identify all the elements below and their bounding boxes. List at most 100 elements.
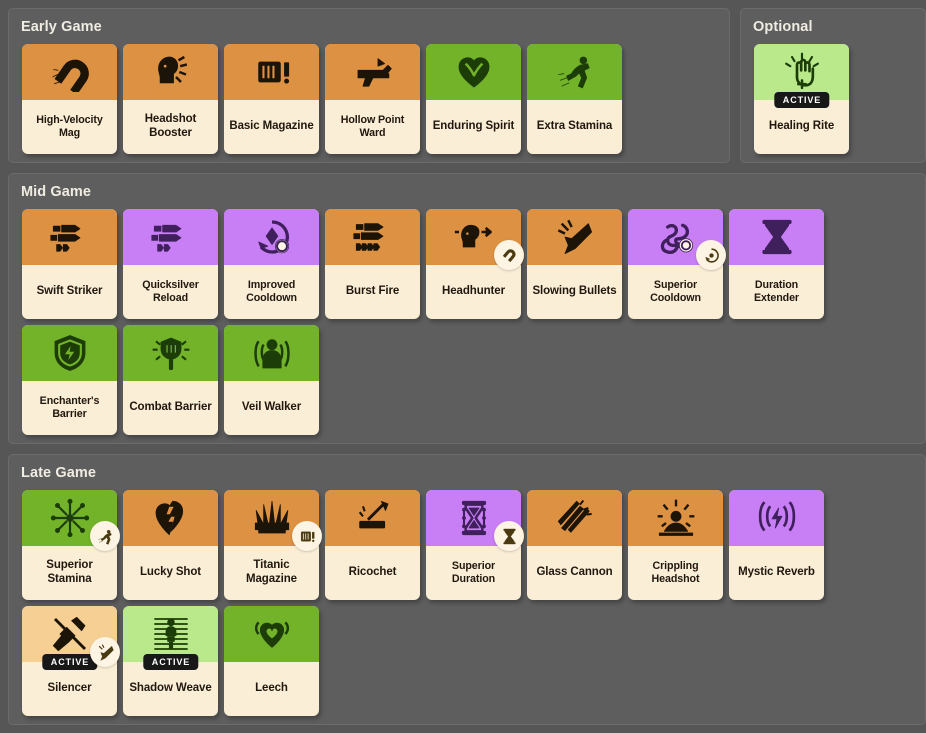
card-label: Combat Barrier (129, 401, 212, 414)
sunburst-head-icon (657, 499, 694, 536)
ability-card[interactable]: Improved Cooldown (224, 209, 319, 319)
burst-bullets-icon (352, 223, 383, 251)
ability-card[interactable]: Combat Barrier (123, 325, 218, 435)
panel-late-game: Late Game Superior Stamina Lucky Shot Tita… (8, 454, 926, 725)
shield-bolt-icon (54, 335, 85, 371)
ability-card[interactable]: Headhunter (426, 209, 524, 319)
card-art (22, 209, 117, 265)
ability-card[interactable]: Enduring Spirit (426, 44, 521, 154)
cooldown-icon (257, 220, 289, 254)
card-label: Veil Walker (241, 401, 302, 414)
card-label: Leech (255, 682, 288, 695)
panel-title: Optional (753, 19, 813, 35)
slow-bullet-icon (98, 643, 114, 661)
card-art (426, 44, 521, 100)
ability-card[interactable]: Basic Magazine (224, 44, 319, 154)
card-label: Superior Cooldown (650, 279, 701, 304)
ability-card[interactable]: Enchanter's Barrier (22, 325, 117, 435)
ability-card[interactable]: Quicksilver Reload (123, 209, 218, 319)
ability-card[interactable]: Glass Cannon (527, 490, 622, 600)
panel-title: Early Game (21, 19, 102, 35)
ability-card[interactable]: Shadow Weave ACTIVE (123, 606, 218, 716)
ability-card[interactable]: Titanic Magazine (224, 490, 322, 600)
radiant-shield-icon (152, 337, 189, 371)
ability-card[interactable]: Silencer ACTIVE (22, 606, 120, 716)
ability-card[interactable]: Healing Rite ACTIVE (754, 44, 849, 154)
card-art (628, 490, 723, 546)
ability-card[interactable]: Hollow Point Ward (325, 44, 420, 154)
card-art (123, 490, 218, 546)
ability-card[interactable]: Swift Striker (22, 209, 117, 319)
card-label: Mystic Reverb (738, 566, 815, 579)
card-art (325, 490, 420, 546)
ability-card[interactable]: Ricochet (325, 490, 420, 600)
card-label: Healing Rite (768, 120, 835, 133)
panel-title: Mid Game (21, 184, 92, 200)
shards-icon (557, 499, 592, 533)
ability-card[interactable]: Headshot Booster (123, 44, 218, 154)
card-label: High-Velocity Mag (36, 114, 103, 139)
ability-card[interactable]: Mystic Reverb (729, 490, 824, 600)
healing-hand-icon (784, 52, 819, 90)
ability-card[interactable]: Extra Stamina (527, 44, 622, 154)
card-grid: Superior Stamina Lucky Shot Titanic Magazi… (9, 490, 925, 716)
card-label: Basic Magazine (229, 120, 314, 133)
crown-spikes-icon (254, 500, 289, 534)
sprint-icon (557, 56, 590, 89)
panel-optional: Optional Healing Rite ACTIVE (740, 8, 926, 163)
panel-early-game: Early Game High-Velocity Mag Headshot Boo… (8, 8, 730, 163)
hourglass-icon (761, 219, 792, 255)
magnet-icon (51, 59, 89, 92)
ability-card[interactable]: Superior Cooldown (628, 209, 726, 319)
panel-title: Late Game (21, 465, 97, 481)
card-art (224, 325, 319, 381)
burst-stamina-icon (50, 498, 89, 538)
section-row-late: Late Game Superior Stamina Lucky Shot Tita… (0, 454, 926, 725)
active-badge: ACTIVE (773, 92, 830, 108)
ability-build-board: Early Game High-Velocity Mag Headshot Boo… (0, 8, 926, 725)
card-label: Shadow Weave (129, 682, 212, 695)
slow-bullet-icon (557, 219, 592, 255)
card-corner-badge (696, 240, 726, 270)
ability-card[interactable]: Burst Fire (325, 209, 420, 319)
card-grid: High-Velocity Mag Headshot Booster Basic M… (9, 44, 729, 154)
card-art (123, 44, 218, 100)
bullets-icon (49, 224, 80, 252)
ability-card[interactable]: Veil Walker (224, 325, 319, 435)
pistol-icon (357, 58, 392, 87)
ability-card[interactable]: Superior Duration (426, 490, 524, 600)
card-art (729, 209, 824, 265)
swirl-icon (660, 223, 693, 254)
card-corner-badge (90, 521, 120, 551)
card-art (224, 209, 319, 265)
ability-card[interactable]: Leech (224, 606, 319, 716)
ability-card[interactable]: Superior Stamina (22, 490, 120, 600)
magazine-icon (300, 531, 314, 542)
card-art (527, 209, 622, 265)
active-badge: ACTIVE (41, 654, 98, 670)
card-label: Silencer (47, 682, 92, 695)
ability-card[interactable]: High-Velocity Mag (22, 44, 117, 154)
card-label: Titanic Magazine (246, 559, 297, 585)
hourglass-icon (502, 528, 516, 544)
card-art (22, 44, 117, 100)
ability-card[interactable]: Lucky Shot (123, 490, 218, 600)
ability-card[interactable]: Slowing Bullets (527, 209, 622, 319)
ability-card[interactable]: Crippling Headshot (628, 490, 723, 600)
card-label: Swift Striker (36, 285, 103, 298)
card-label: Hollow Point Ward (340, 114, 405, 139)
card-corner-badge (494, 240, 524, 270)
shadow-weave-icon (153, 618, 188, 650)
bullets-icon (150, 224, 181, 252)
card-label: Superior Duration (451, 560, 496, 585)
ricochet-icon (358, 500, 388, 529)
card-art (22, 325, 117, 381)
card-art (325, 44, 420, 100)
card-art (527, 44, 622, 100)
sprint-icon (97, 529, 112, 545)
card-label: Headshot Booster (144, 113, 197, 139)
card-label: Enduring Spirit (432, 120, 515, 133)
ability-card[interactable]: Duration Extender (729, 209, 824, 319)
card-label: Ricochet (348, 566, 397, 579)
leech-heart-icon (254, 621, 289, 648)
